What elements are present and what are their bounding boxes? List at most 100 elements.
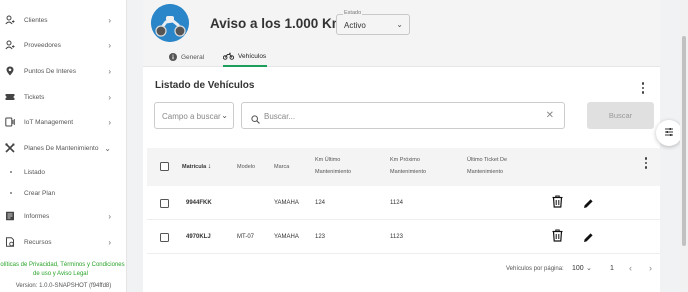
campo-placeholder: Campo a buscar [162,112,221,121]
per-page-select[interactable]: 100 [572,265,584,272]
tab-label: General [181,53,205,61]
chevron-right-icon: › [108,40,111,50]
bullet-icon [10,171,12,173]
cell-km-proximo: 1123 [390,234,403,240]
cell-matricula: 4970KLJ [186,234,211,240]
tab-label: Vehículos [238,52,267,60]
page-number: 1 [610,265,614,272]
pagination: Vehículos por página: 100 ⌄ 1 ‹ › [143,256,660,284]
tab-general[interactable]: General [169,47,204,67]
page-scrollbar[interactable] [680,0,688,292]
cell-km-ultimo: 124 [315,200,326,206]
plan-header: Aviso a los 1.000 Km Estado Activo ⌄ Gen… [143,0,660,67]
chevron-down-icon: ⌄ [104,143,111,153]
iot-icon [5,117,15,127]
sidebar-item-label: Informes [24,212,50,220]
sidebar-item-iot-management[interactable]: IoT Management › [0,111,127,133]
sidebar-item-puntos-de-interes[interactable]: Puntos De Interes › [0,60,127,82]
sidebar-item-tickets[interactable]: Tickets › [0,86,127,108]
clear-icon[interactable]: ✕ [546,110,554,121]
chevron-right-icon: › [108,211,111,221]
ticket-icon [5,92,15,102]
column-marca[interactable]: Marca [274,161,289,173]
scrollbar-thumb[interactable] [682,36,686,246]
select-all-checkbox[interactable] [160,162,169,171]
more-options-icon[interactable] [641,82,645,94]
sidebar-item-recursos[interactable]: Recursos › [0,231,127,253]
chevron-down-icon[interactable]: ⌄ [586,264,592,272]
column-options-icon[interactable] [644,157,648,169]
row-checkbox[interactable] [160,199,169,208]
cell-matricula: 9944FKK [186,200,212,206]
chevron-right-icon: › [108,92,111,102]
motorcycle-avatar [151,4,189,42]
column-ultimo-ticket[interactable]: Último Ticket De Mantenimiento [467,154,507,178]
bullet-icon [10,192,12,194]
chevron-down-icon: ⌄ [396,20,403,29]
row-checkbox[interactable] [160,233,169,242]
location-icon [5,66,15,76]
sliders-icon [664,124,674,142]
tools-icon [5,143,15,153]
person-icon [5,40,15,50]
estado-value: Activo [344,21,366,30]
search-input[interactable] [264,109,534,124]
search-box: ✕ [241,102,565,129]
sidebar-subitem-label: Listado [24,168,45,176]
table-row: 4970KLJ MT-07 YAMAHA 123 1123 [147,220,660,254]
column-km-ultimo[interactable]: Km Último Mantenimiento [315,154,351,178]
sidebar-item-proveedores[interactable]: Proveedores › [0,34,127,56]
column-modelo[interactable]: Modelo [237,161,255,173]
report-icon [5,211,15,221]
table-header: Matrícula ↓ Modelo Marca Km Último Manten… [147,148,660,186]
sidebar-item-clientes[interactable]: Clientes › [0,9,127,31]
cell-km-proximo: 1124 [390,200,403,206]
motorcycle-icon [223,52,234,60]
buscar-button[interactable]: Buscar [587,102,654,129]
estado-select[interactable]: Estado Activo ⌄ [336,10,410,35]
sidebar-item-label: Recursos [24,238,52,246]
cell-km-ultimo: 123 [315,234,326,240]
column-km-proximo[interactable]: Km Próximo Mantenimiento [390,154,426,178]
cell-marca: YAMAHA [274,234,299,240]
version-label: Version: 1.0.0-SNAPSHOT (f94ffd8) [15,283,112,289]
sort-down-icon: ↓ [207,163,212,170]
sidebar-item-label: Proveedores [24,41,61,49]
column-matricula[interactable]: Matrícula ↓ [182,161,211,173]
privacy-link[interactable]: Políticas de Privacidad, Términos y Cond… [0,261,127,279]
sidebar: Clientes › Proveedores › Puntos De Inter… [0,0,127,292]
prev-page-icon[interactable]: ‹ [629,263,632,273]
edit-icon[interactable] [583,196,594,214]
chevron-right-icon: › [108,237,111,247]
sidebar-item-label: Tickets [24,93,45,101]
sidebar-item-label: Puntos De Interes [24,67,77,75]
sidebar-subitem-crear-plan[interactable]: Crear Plan [0,185,127,201]
sidebar-item-label: Clientes [24,16,48,24]
person-icon [5,15,15,25]
sidebar-item-planes-de-mantenimiento[interactable]: Planes De Mantenimiento ⌄ [0,137,127,159]
info-icon [169,53,177,61]
estado-label: Estado [343,10,363,16]
sidebar-subitem-listado[interactable]: Listado [0,164,127,180]
sidebar-item-informes[interactable]: Informes › [0,205,127,227]
resources-icon [5,237,15,247]
next-page-icon[interactable]: › [649,263,652,273]
per-page-label: Vehículos por página: [506,266,564,272]
campo-select[interactable]: Campo a buscar ⌄ [154,102,234,129]
delete-icon[interactable] [552,229,563,247]
page-title: Aviso a los 1.000 Km [210,16,344,31]
chevron-right-icon: › [108,117,111,127]
delete-icon[interactable] [552,195,563,213]
sidebar-subitem-label: Crear Plan [24,189,56,197]
sidebar-item-label: IoT Management [24,118,74,126]
tab-vehiculos[interactable]: Vehículos [223,47,268,67]
list-title: Listado de Vehículos [155,80,255,91]
search-icon [251,111,260,129]
chevron-right-icon: › [108,15,111,25]
cell-modelo: MT-07 [237,234,255,240]
cell-marca: YAMAHA [274,200,299,206]
edit-icon[interactable] [583,230,594,248]
sidebar-item-label: Planes De Mantenimiento [24,144,99,152]
main-panel: Aviso a los 1.000 Km Estado Activo ⌄ Gen… [143,0,682,292]
filter-settings-button[interactable] [656,120,682,146]
